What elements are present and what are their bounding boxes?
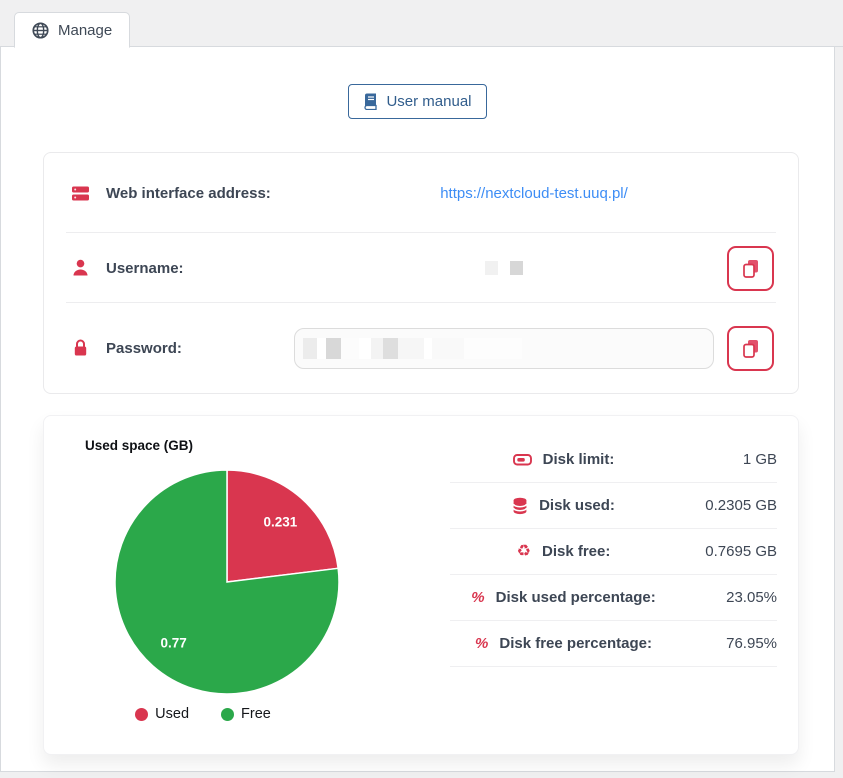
svg-text:0.77: 0.77 bbox=[160, 635, 186, 650]
username-row: Username: bbox=[44, 233, 798, 303]
username-label: Username: bbox=[106, 260, 294, 277]
copy-username-button[interactable] bbox=[727, 246, 774, 291]
legend-dot bbox=[221, 708, 234, 721]
recycle-icon: ♻ bbox=[517, 544, 531, 560]
svg-text:0.231: 0.231 bbox=[264, 515, 298, 530]
tab-label: Manage bbox=[58, 22, 112, 39]
legend-item-free: Free bbox=[221, 706, 271, 722]
hdd-icon bbox=[513, 451, 532, 468]
copy-icon bbox=[741, 258, 760, 279]
tab-manage[interactable]: Manage bbox=[14, 12, 130, 48]
stat-row-disk-used: Disk used: 0.2305 GB bbox=[450, 483, 777, 529]
tab-bar: Manage bbox=[0, 0, 843, 47]
web-address-link[interactable]: https://nextcloud-test.uuq.pl/ bbox=[440, 185, 628, 202]
database-icon bbox=[512, 497, 528, 515]
legend-label: Free bbox=[241, 706, 271, 722]
user-icon bbox=[68, 259, 92, 277]
manage-panel: User manual Web interface address: https… bbox=[0, 47, 835, 772]
chart-legend: Used Free bbox=[85, 706, 321, 722]
password-input[interactable] bbox=[294, 328, 714, 369]
stat-label: Disk used percentage: bbox=[496, 589, 656, 606]
account-info-card: Web interface address: https://nextcloud… bbox=[43, 152, 799, 394]
stat-label: Disk used: bbox=[539, 497, 615, 514]
stat-label: Disk limit: bbox=[543, 451, 615, 468]
stat-row-disk-free-percentage: % Disk free percentage: 76.95% bbox=[450, 621, 777, 667]
password-row: Password: bbox=[44, 303, 798, 393]
percent-icon: % bbox=[475, 636, 488, 651]
stat-row-disk-limit: Disk limit: 1 GB bbox=[450, 437, 777, 483]
password-label: Password: bbox=[106, 340, 294, 357]
stat-value: 0.2305 GB bbox=[677, 497, 777, 514]
user-manual-label: User manual bbox=[386, 93, 471, 110]
stat-value: 76.95% bbox=[677, 635, 777, 652]
copy-icon bbox=[741, 338, 760, 359]
lock-icon bbox=[68, 339, 92, 357]
user-manual-button[interactable]: User manual bbox=[348, 84, 486, 119]
stat-row-disk-used-percentage: % Disk used percentage: 23.05% bbox=[450, 575, 777, 621]
disk-usage-card: Used space (GB) 0.231 0.77 Used Free bbox=[43, 415, 799, 755]
globe-icon bbox=[32, 22, 49, 39]
legend-dot bbox=[135, 708, 148, 721]
web-address-label: Web interface address: bbox=[106, 185, 294, 202]
percent-icon: % bbox=[471, 590, 484, 605]
stat-label: Disk free percentage: bbox=[499, 635, 652, 652]
stat-label: Disk free: bbox=[542, 543, 610, 560]
stat-value: 0.7695 GB bbox=[677, 543, 777, 560]
stat-value: 23.05% bbox=[677, 589, 777, 606]
username-masked-value bbox=[485, 261, 523, 275]
book-icon bbox=[363, 93, 378, 110]
pie-chart: 0.231 0.77 bbox=[109, 464, 345, 700]
stats-column: Disk limit: 1 GB Disk used: bbox=[440, 416, 798, 754]
legend-item-used: Used bbox=[135, 706, 189, 722]
stat-value: 1 GB bbox=[677, 451, 777, 468]
web-address-row: Web interface address: https://nextcloud… bbox=[44, 153, 798, 233]
legend-label: Used bbox=[155, 706, 189, 722]
copy-password-button[interactable] bbox=[727, 326, 774, 371]
chart-title: Used space (GB) bbox=[85, 438, 440, 453]
chart-column: Used space (GB) 0.231 0.77 Used Free bbox=[44, 416, 440, 754]
server-icon bbox=[68, 185, 92, 202]
stat-row-disk-free: ♻ Disk free: 0.7695 GB bbox=[450, 529, 777, 575]
